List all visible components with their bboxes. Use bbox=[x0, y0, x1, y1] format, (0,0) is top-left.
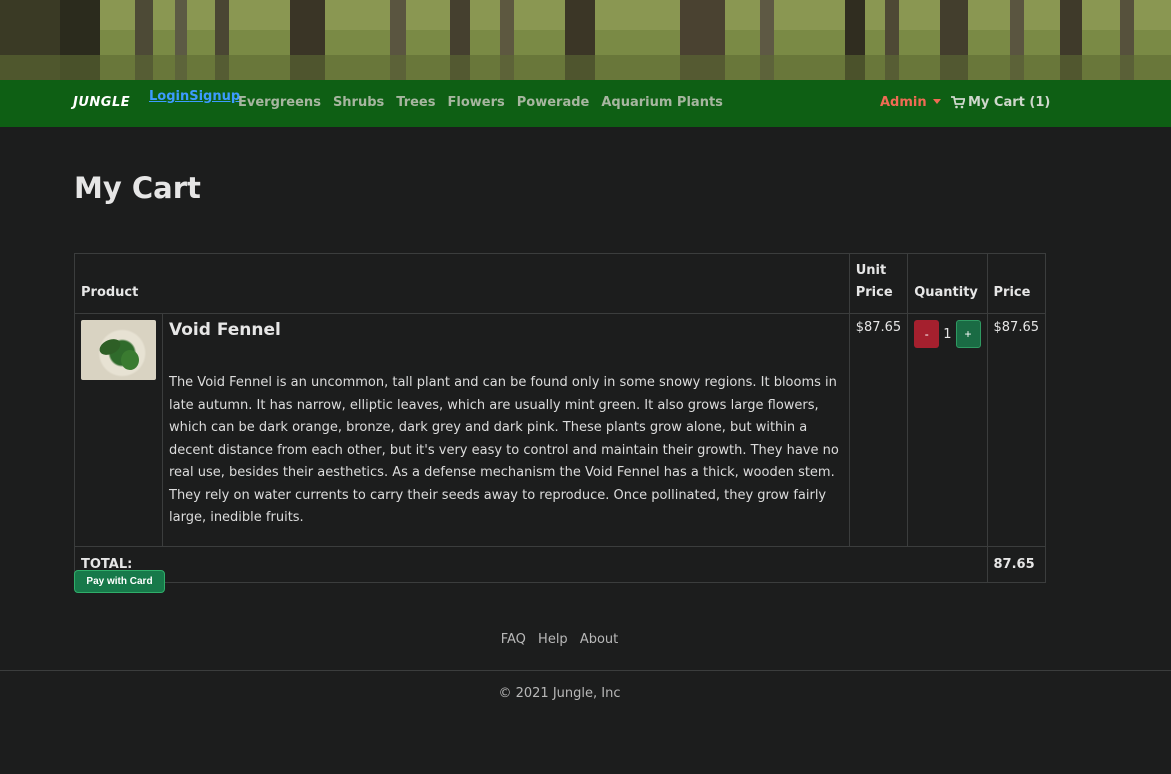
pay-with-card-button[interactable]: Pay with Card bbox=[74, 570, 165, 593]
header-product: Product bbox=[74, 253, 850, 314]
nav-link-trees[interactable]: Trees bbox=[396, 95, 435, 110]
footer-divider bbox=[0, 670, 1171, 671]
forest-banner-image bbox=[0, 0, 1171, 80]
product-description: The Void Fennel is an uncommon, tall pla… bbox=[169, 375, 839, 525]
shopping-cart-icon bbox=[951, 96, 965, 109]
total-value: 87.65 bbox=[986, 545, 1046, 583]
footer-link-about[interactable]: About bbox=[580, 632, 618, 647]
auth-links: LoginSignup bbox=[149, 89, 240, 104]
unit-price-cell: $87.65 bbox=[848, 313, 909, 547]
nav-link-evergreens[interactable]: Evergreens bbox=[238, 95, 321, 110]
my-cart-link[interactable]: My Cart (1) bbox=[951, 95, 1050, 110]
footer-links: FAQ Help About bbox=[0, 632, 1119, 647]
category-nav: Evergreens Shrubs Trees Flowers Powerade… bbox=[238, 95, 735, 110]
nav-link-flowers[interactable]: Flowers bbox=[448, 95, 505, 110]
product-thumbnail[interactable] bbox=[81, 320, 156, 380]
product-image-cell bbox=[74, 313, 163, 547]
brand-logo[interactable]: JUNGLE bbox=[73, 95, 130, 110]
admin-dropdown[interactable]: Admin bbox=[880, 95, 941, 110]
product-info-cell: Void Fennel The Void Fennel is an uncomm… bbox=[162, 313, 850, 547]
nav-link-shrubs[interactable]: Shrubs bbox=[333, 95, 384, 110]
increase-quantity-button[interactable]: + bbox=[955, 320, 981, 348]
header-quantity: Quantity bbox=[907, 253, 988, 314]
my-cart-label: My Cart (1) bbox=[968, 95, 1051, 110]
nav-link-aquarium-plants[interactable]: Aquarium Plants bbox=[601, 95, 723, 110]
header-unit-price: Unit Price bbox=[848, 253, 909, 314]
nav-link-powerade[interactable]: Powerade bbox=[517, 95, 590, 110]
decrease-quantity-button[interactable]: - bbox=[914, 320, 940, 348]
login-link[interactable]: Login bbox=[149, 89, 189, 104]
total-row: TOTAL: 87.65 bbox=[74, 545, 1046, 583]
quantity-cell: - 1 + bbox=[907, 313, 988, 547]
copyright-text: © 2021 Jungle, Inc bbox=[498, 686, 621, 701]
page-title: My Cart bbox=[74, 171, 201, 205]
footer-link-faq[interactable]: FAQ bbox=[501, 632, 526, 647]
header-price: Price bbox=[986, 253, 1046, 314]
footer-link-help[interactable]: Help bbox=[538, 632, 568, 647]
product-name[interactable]: Void Fennel bbox=[169, 320, 843, 340]
caret-down-icon bbox=[932, 99, 941, 104]
total-label: TOTAL: bbox=[74, 545, 988, 583]
cart-table: Product Unit Price Quantity Price Void F… bbox=[74, 253, 1046, 583]
table-row: Void Fennel The Void Fennel is an uncomm… bbox=[74, 313, 1046, 547]
price-cell: $87.65 bbox=[986, 313, 1046, 547]
admin-label: Admin bbox=[880, 95, 927, 110]
signup-link[interactable]: Signup bbox=[189, 89, 240, 104]
quantity-stepper: - 1 + bbox=[914, 320, 981, 348]
table-header-row: Product Unit Price Quantity Price bbox=[74, 253, 1046, 314]
forest-banner bbox=[0, 0, 1171, 80]
quantity-value: 1 bbox=[943, 326, 952, 342]
